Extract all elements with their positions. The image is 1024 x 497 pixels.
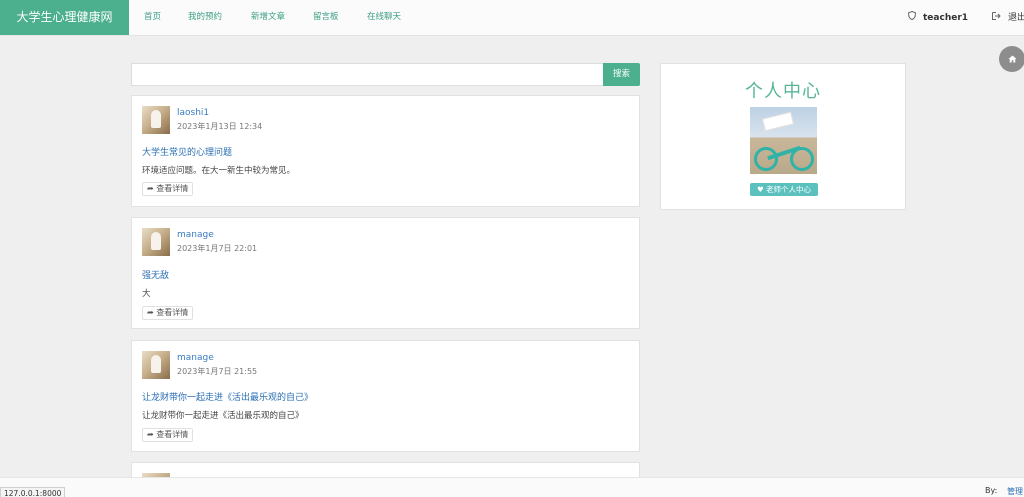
logout-label: 退出 — [1008, 13, 1024, 23]
footer — [0, 477, 1024, 497]
site-brand[interactable]: 大学生心理健康网 — [0, 0, 129, 35]
teacher-center-label: 老师个人中心 — [766, 185, 812, 194]
status-bar-url: 127.0.0.1:8000 — [0, 487, 66, 497]
post-author[interactable]: laoshi1 — [177, 108, 209, 118]
logout-link[interactable]: 退出 — [992, 0, 1024, 35]
post-card: laoshi1 2023年1月13日 12:34 大学生常见的心理问题 环境适应… — [131, 95, 640, 207]
teacher-center-button[interactable]: ♥ 老师个人中心 — [750, 183, 818, 196]
author-avatar[interactable] — [142, 228, 170, 256]
search-input[interactable] — [131, 63, 604, 86]
nav-my-appointments[interactable]: 我的预约 — [188, 0, 222, 35]
top-navbar: 大学生心理健康网 首页 我的预约 新增文章 留言板 在线聊天 teacher1 … — [0, 0, 1024, 36]
search-button[interactable]: 搜索 — [603, 63, 640, 86]
view-details-button[interactable]: ➦ 查看详情 — [142, 428, 194, 442]
footer-by-label: By: — [985, 486, 998, 495]
post-card: manage 2023年1月7日 22:01 强无敌 大 ➦ 查看详情 — [131, 217, 640, 329]
view-details-label: 查看详情 — [156, 184, 189, 193]
user-shield-icon — [907, 0, 917, 35]
author-avatar[interactable] — [142, 351, 170, 379]
post-date: 2023年1月7日 21:55 — [177, 367, 258, 376]
post-title[interactable]: 让龙财带你一起走进《活出最乐观的自己》 — [142, 390, 313, 403]
heart-icon: ♥ — [756, 185, 767, 194]
user-menu[interactable]: teacher1 — [907, 0, 969, 35]
post-date: 2023年1月7日 22:01 — [177, 244, 258, 253]
nav-new-article[interactable]: 新增文章 — [251, 0, 285, 35]
home-icon[interactable] — [999, 46, 1024, 72]
post-card: manage 2023年1月7日 21:55 让龙财带你一起走进《活出最乐观的自… — [131, 340, 640, 452]
post-excerpt: 大 — [142, 289, 151, 299]
view-details-label: 查看详情 — [156, 430, 189, 439]
view-details-label: 查看详情 — [156, 308, 189, 317]
nav-message-board[interactable]: 留言板 — [313, 0, 339, 35]
profile-photo — [750, 107, 817, 174]
share-arrow-icon: ➦ — [147, 184, 157, 193]
post-title[interactable]: 大学生常见的心理问题 — [142, 145, 232, 158]
sign-out-icon — [992, 0, 1001, 35]
post-excerpt: 环境适应问题。在大一新生中较为常见。 — [142, 166, 296, 176]
author-avatar[interactable] — [142, 106, 170, 134]
view-details-button[interactable]: ➦ 查看详情 — [142, 182, 194, 196]
nav-online-chat[interactable]: 在线聊天 — [367, 0, 401, 35]
profile-title: 个人中心 — [745, 81, 821, 102]
post-author[interactable]: manage — [177, 353, 214, 363]
post-author[interactable]: manage — [177, 230, 214, 240]
username-label: teacher1 — [923, 13, 969, 23]
nav-home[interactable]: 首页 — [144, 0, 161, 35]
share-arrow-icon: ➦ — [147, 308, 157, 317]
share-arrow-icon: ➦ — [147, 430, 157, 439]
footer-admin-link[interactable]: 管理 — [1007, 486, 1023, 497]
post-title[interactable]: 强无敌 — [142, 268, 169, 281]
view-details-button[interactable]: ➦ 查看详情 — [142, 306, 194, 320]
profile-panel: 个人中心 ♥ 老师个人中心 — [660, 63, 906, 210]
post-date: 2023年1月13日 12:34 — [177, 122, 263, 131]
post-excerpt: 让龙财带你一起走进《活出最乐观的自己》 — [142, 411, 304, 421]
